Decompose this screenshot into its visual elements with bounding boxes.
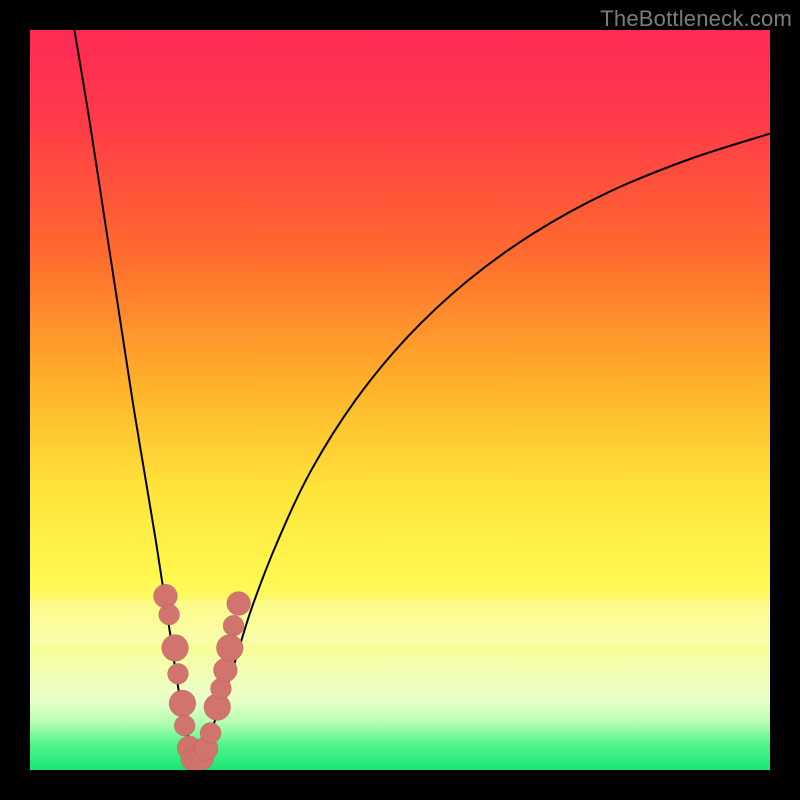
data-dot — [159, 604, 180, 625]
data-dot — [154, 584, 178, 608]
data-dot — [162, 635, 189, 662]
plot-area — [30, 30, 770, 770]
data-dot — [168, 663, 189, 684]
data-dot — [200, 723, 221, 744]
highlight-band — [30, 600, 770, 644]
gradient-background — [30, 30, 770, 770]
data-dot — [214, 658, 238, 682]
data-dot — [174, 715, 195, 736]
chart-svg — [30, 30, 770, 770]
data-dot — [223, 615, 244, 636]
data-dot — [227, 592, 251, 616]
watermark-text: TheBottleneck.com — [600, 6, 792, 32]
chart-frame: TheBottleneck.com — [0, 0, 800, 800]
data-dot — [169, 690, 196, 717]
data-dot — [216, 635, 243, 662]
